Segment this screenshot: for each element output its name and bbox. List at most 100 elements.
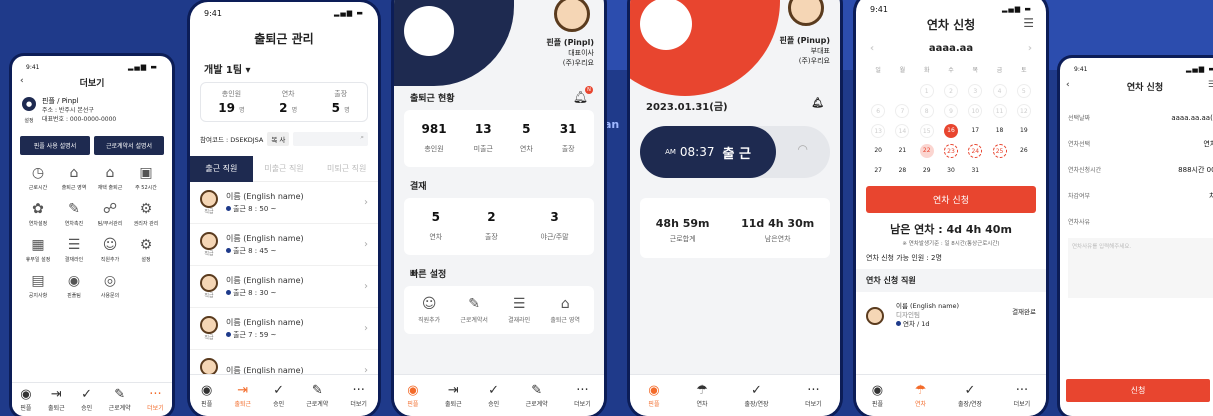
calendar-day[interactable]: 9 <box>943 104 958 118</box>
calendar-day[interactable]: 30 <box>944 164 958 178</box>
menu-item-6[interactable]: ☍ 팀/부서관리 <box>92 201 128 227</box>
tab-3[interactable]: ✎ 근로계약 <box>526 384 548 408</box>
submit-button[interactable]: 신청 <box>1066 379 1210 402</box>
metric-1[interactable]: 2 출장 <box>485 210 498 243</box>
menu-item-4[interactable]: ✿ 연차설정 <box>20 201 56 227</box>
form-row[interactable]: 연차신청시간 888시간 00분 <box>1060 157 1213 183</box>
metric-1[interactable]: 13 미출근 <box>474 122 493 155</box>
tab-1[interactable]: ☂ 연차 <box>915 384 927 408</box>
tab-0[interactable]: ◉ 핀플 <box>407 384 418 408</box>
metric-2[interactable]: 5 연차 <box>520 122 533 155</box>
tab-0[interactable]: ◉ 핀플 <box>20 388 31 412</box>
calendar-day[interactable]: 19 <box>1017 124 1031 138</box>
calendar-day[interactable]: 6 <box>871 104 886 118</box>
metric-0[interactable]: 5 연차 <box>429 210 442 243</box>
tab-3[interactable]: ··· 더보기 <box>805 384 822 408</box>
calendar-day[interactable]: 13 <box>871 124 886 138</box>
prev-month-icon[interactable]: ‹ <box>870 43 874 54</box>
tab-4[interactable]: ··· 더보기 <box>350 384 367 408</box>
manual-button[interactable]: 핀플 사용 설명서 <box>20 136 90 155</box>
calendar-day[interactable]: 15 <box>919 124 934 138</box>
tab-1[interactable]: ☂ 연차 <box>696 384 708 408</box>
menu-item-0[interactable]: ◷ 근로시간 <box>20 165 56 191</box>
quick-item-0[interactable]: ☺ 직원추가 <box>418 296 440 324</box>
menu-item-1[interactable]: ⌂ 출퇴근 영역 <box>56 165 92 191</box>
tab-2[interactable]: 미퇴근 직원 <box>315 156 378 182</box>
search-input[interactable]: ⌕ <box>293 132 368 146</box>
menu-item-2[interactable]: ⌂ 재택 출퇴근 <box>92 165 128 191</box>
back-icon[interactable]: ‹ <box>1066 80 1070 90</box>
tab-1[interactable]: ⇥ 출퇴근 <box>48 388 65 412</box>
form-row[interactable]: 선택날짜 aaaa.aa.aa(수) <box>1060 105 1213 131</box>
tab-2[interactable]: ✓ 출장/연장 <box>958 384 982 408</box>
menu-icon[interactable]: ☰ <box>1023 16 1034 30</box>
tab-0[interactable]: ◉ 핀플 <box>648 384 659 408</box>
next-month-icon[interactable]: › <box>1028 43 1032 54</box>
metric-2[interactable]: 3 야근/주말 <box>541 210 569 243</box>
quick-item-3[interactable]: ⌂ 출퇴근 영역 <box>550 296 580 324</box>
menu-item-10[interactable]: ☺ 직원추가 <box>92 237 128 263</box>
menu-item-13[interactable]: ◉ 핀플팀 <box>56 273 92 299</box>
calendar-day[interactable]: 29 <box>920 164 934 178</box>
tab-0[interactable]: 출근 직원 <box>190 156 253 182</box>
quick-item-1[interactable]: ✎ 근로계약서 <box>460 296 488 324</box>
metric-3[interactable]: 31 출장 <box>560 122 577 155</box>
calendar-day[interactable]: 21 <box>895 144 909 158</box>
tab-4[interactable]: ··· 더보기 <box>574 384 591 408</box>
employee-row[interactable]: 직급 이름 (English name) 출근 8 : 30 ~ › <box>190 266 378 308</box>
menu-item-14[interactable]: ◎ 사용문의 <box>92 273 128 299</box>
calendar-day[interactable]: 16 <box>943 124 958 138</box>
calendar-day[interactable]: 20 <box>871 144 885 158</box>
tab-3[interactable]: ✎ 근로계약 <box>109 388 131 412</box>
calendar-day[interactable]: 10 <box>968 104 983 118</box>
tab-1[interactable]: ⇥ 출퇴근 <box>234 384 251 408</box>
tab-0[interactable]: ◉ 핀플 <box>872 384 883 408</box>
tab-1[interactable]: ⇥ 출퇴근 <box>445 384 462 408</box>
employee-row[interactable]: 직급 이름 (English name) 출근 8 : 50 ~ › <box>190 182 378 224</box>
bell-icon[interactable]: 🔔︎ <box>811 98 824 113</box>
tab-4[interactable]: ··· 더보기 <box>147 388 164 412</box>
tab-2[interactable]: ✓ 승인 <box>273 384 284 408</box>
employee-row[interactable]: 직급 이름 (English name) 출근 7 : 59 ~ › <box>190 308 378 350</box>
calendar-day[interactable]: 5 <box>1016 84 1031 98</box>
calendar-day[interactable]: 23 <box>943 144 958 158</box>
form-row[interactable]: 차감여부 차감 <box>1060 183 1213 209</box>
menu-item-3[interactable]: ▣ 주 52시간 <box>128 165 164 191</box>
reason-textarea[interactable]: 연차사유를 입력해주세요. <box>1068 238 1213 298</box>
menu-icon[interactable]: ☰ <box>1208 80 1213 90</box>
calendar-day[interactable]: 1 <box>919 84 934 98</box>
checkin-toggle[interactable]: AM 08:37 출 근 ◠ <box>640 126 830 178</box>
calendar-day[interactable]: 22 <box>919 144 934 158</box>
calendar-day[interactable]: 12 <box>1016 104 1031 118</box>
menu-item-5[interactable]: ✎ 연차촉진 <box>56 201 92 227</box>
calendar-day[interactable]: 2 <box>943 84 958 98</box>
calendar-day[interactable]: 27 <box>871 164 885 178</box>
quick-item-2[interactable]: ☰ 결재라인 <box>508 296 530 324</box>
metric-0[interactable]: 981 총인원 <box>422 122 447 155</box>
back-icon[interactable]: ‹ <box>20 76 24 86</box>
calendar-day[interactable]: 3 <box>968 84 983 98</box>
contract-manual-button[interactable]: 근로계약서 설명서 <box>94 136 164 155</box>
calendar-day[interactable]: 24 <box>968 144 983 158</box>
bell-icon[interactable]: 🔔︎ N <box>573 86 593 104</box>
calendar-day[interactable]: 8 <box>919 104 934 118</box>
tab-2[interactable]: ✓ 출장/연장 <box>744 384 768 408</box>
menu-item-11[interactable]: ⚙ 설정 <box>128 237 164 263</box>
tab-0[interactable]: ◉ 핀플 <box>201 384 212 408</box>
employee-row[interactable]: 직급 이름 (English name) 출근 8 : 45 ~ › <box>190 224 378 266</box>
tab-2[interactable]: ✓ 승인 <box>488 384 499 408</box>
menu-item-9[interactable]: ☰ 결재라인 <box>56 237 92 263</box>
leave-employee-row[interactable]: 이름 (English name) 디자인팀 연차 / 1d 결재완료 <box>856 292 1046 339</box>
calendar-day[interactable]: 18 <box>993 124 1007 138</box>
apply-leave-button[interactable]: 연차 신청 <box>866 186 1036 213</box>
calendar-day[interactable]: 7 <box>895 104 910 118</box>
copy-button[interactable]: 복 사 <box>267 132 290 146</box>
checkin-button[interactable]: AM 08:37 출 근 <box>640 126 776 178</box>
menu-item-12[interactable]: ▤ 공지사항 <box>20 273 56 299</box>
tab-3[interactable]: ✎ 근로계약 <box>306 384 328 408</box>
menu-item-8[interactable]: ▦ 휴무일 설정 <box>20 237 56 263</box>
calendar-day[interactable]: 17 <box>968 124 982 138</box>
calendar-day[interactable]: 14 <box>895 124 910 138</box>
calendar-day[interactable]: 11 <box>992 104 1007 118</box>
tab-2[interactable]: ✓ 승인 <box>81 388 92 412</box>
